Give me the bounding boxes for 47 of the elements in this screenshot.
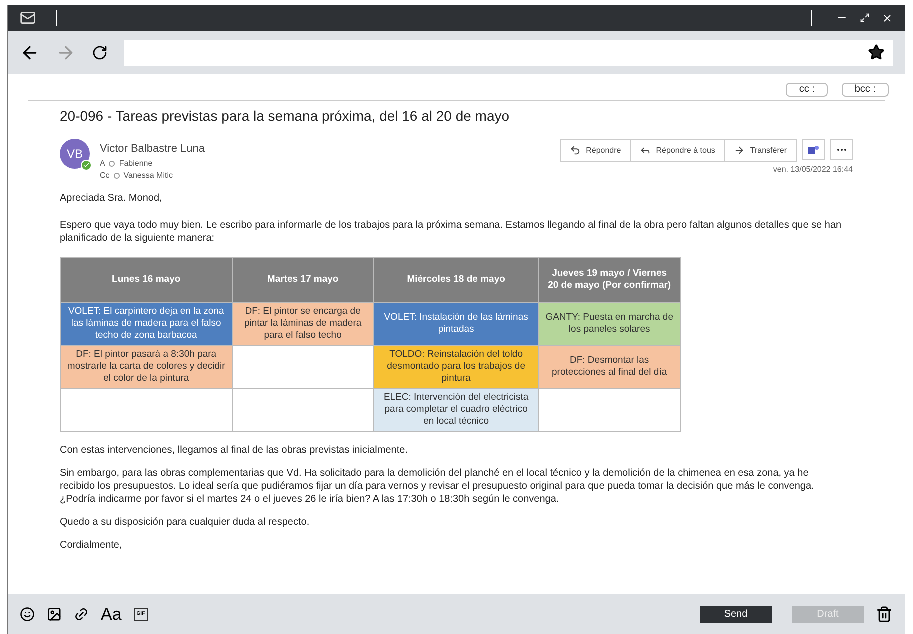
table-header-cell: Martes 17 mayo — [232, 257, 374, 302]
avatar: VB — [60, 139, 90, 169]
reload-icon[interactable] — [92, 44, 108, 60]
cc-button[interactable]: cc : — [786, 83, 828, 97]
recipient-name: Fabienne — [119, 158, 153, 170]
body-paragraph: Con estas intervenciones, llegamos al final de las obras previstas inicialmente. — [60, 444, 409, 456]
mail-icon — [20, 10, 36, 26]
sender-name: Victor Balbastre Luna — [100, 142, 205, 157]
table-cell: VOLET: Instalación de las láminas pintadas — [374, 302, 539, 345]
to-label: A — [100, 158, 106, 170]
reply-icon — [570, 145, 582, 156]
maximize-icon[interactable] — [860, 13, 870, 23]
forward-icon — [734, 145, 746, 156]
body-paragraph: Quedo a su disposición para cualquier duda al respecto. — [60, 516, 311, 528]
table-cell: ELEC: Intervención del electricista para completar el cuadro eléctrico en local técnico — [374, 388, 539, 431]
recipient-name: Vanessa Mitic — [124, 170, 173, 182]
table-header-cell: Jueves 19 mayo / Viernes 20 de mayo (Por confirmar) — [538, 257, 680, 302]
table-header-cell: Miércoles 18 de mayo — [374, 257, 539, 302]
address-field[interactable] — [124, 40, 893, 66]
font-button[interactable]: Aa — [101, 606, 122, 622]
teams-button[interactable] — [802, 139, 825, 160]
table-header-cell: Lunes 16 mayo — [60, 257, 232, 302]
emoji-icon[interactable] — [20, 606, 35, 622]
greeting-text: Apreciada Sra. Monod, — [60, 192, 164, 204]
reply-action-button[interactable]: Répondre — [561, 140, 630, 161]
trash-icon[interactable] — [876, 606, 893, 622]
send-button[interactable]: Send — [700, 606, 772, 622]
reply-action-button[interactable]: Répondre à tous — [630, 140, 724, 161]
table-cell: DF: Desmontar las protecciones al final del día — [538, 345, 680, 388]
reply-action-button[interactable]: Transférer — [724, 140, 796, 161]
cc-label: Cc — [100, 170, 110, 182]
bcc-button[interactable]: bcc : — [842, 83, 889, 97]
body-paragraph: Sin embargo, para las obras complementarias que Vd. Ha solicitado para la demolición del planché en el local técnico y la demolición de la chimenea en esa zona, ya he recibido los presupuestos. Lo ideal sería que pudiéramos fijar un día para vernos y revisar el presupuesto original para que pueda tomar la decisión que más le convenga. ¿Podría indicarme por favor si el martes 24 o el jueves 26 le iría bien? A las 17:30h o 18:30h según le convenga. — [60, 466, 816, 506]
body-paragraph: Espero que vaya todo muy bien. Le escribo para informarle de los trabajos para la próxima semana. Estamos llegando al final de la obra pero faltan algunos detalles que se han planificado de la siguiente manera: — [60, 218, 843, 244]
reply-all-icon — [640, 145, 652, 156]
star-icon[interactable] — [868, 44, 885, 61]
email-subject: 20-096 - Tareas previstas para la semana próxima, del 16 al 20 de mayo — [60, 107, 511, 126]
table-cell: DF: El pintor pasará a 8:30h para mostrarle la carta de colores y decidir el color de la pintura — [60, 345, 232, 388]
close-icon[interactable] — [882, 12, 893, 24]
table-cell: GANTY: Puesta en marcha de los paneles solares — [538, 302, 680, 345]
teams-icon — [808, 144, 819, 154]
table-cell: VOLET: El carpintero deja en la zona las láminas de madera para el falso techo de zona barbacoa — [60, 302, 232, 345]
table-cell: TOLDO: Reinstalación del toldo desmontado para los trabajos de pintura — [374, 345, 539, 388]
table-cell: DF: El pintor se encarga de pintar la láminas de madera para el falso techo — [232, 302, 374, 345]
email-date: ven. 13/05/2022 16:44 — [773, 164, 853, 176]
image-icon[interactable] — [47, 606, 62, 622]
body-paragraph: Cordialmente, — [60, 538, 124, 552]
